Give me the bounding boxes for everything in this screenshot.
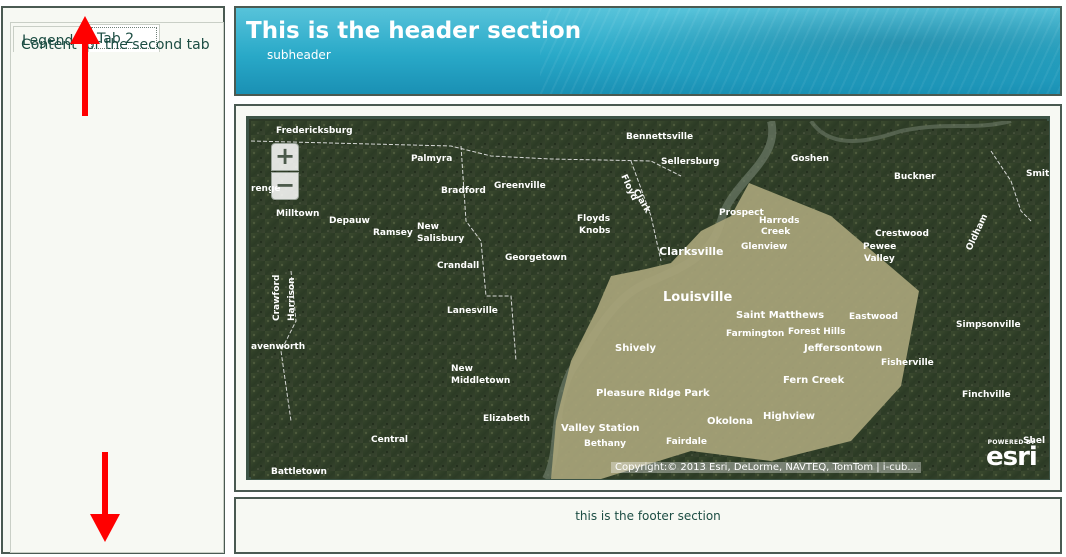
place-label: Goshen bbox=[791, 154, 829, 164]
place-label: Palmyra bbox=[411, 154, 452, 164]
place-label: Valley bbox=[864, 254, 895, 264]
place-label: Depauw bbox=[329, 216, 370, 226]
header-subtitle: subheader bbox=[267, 48, 331, 62]
place-label: Battletown bbox=[271, 467, 327, 477]
place-label: Crandall bbox=[437, 261, 479, 271]
place-label: Valley Station bbox=[561, 423, 640, 434]
place-label: Simpsonville bbox=[956, 320, 1021, 330]
place-label: Salisbury bbox=[417, 234, 464, 244]
zoom-in-button[interactable]: + bbox=[271, 143, 299, 171]
place-label: Fern Creek bbox=[783, 375, 845, 386]
place-label: Floyds bbox=[577, 214, 610, 224]
place-label: Okolona bbox=[707, 416, 753, 427]
place-label: Crestwood bbox=[875, 229, 929, 239]
place-label: Georgetown bbox=[505, 253, 567, 263]
place-label: Greenville bbox=[494, 181, 546, 191]
map-view[interactable]: Fredericksburg Palmyra Bennettsville Sel… bbox=[251, 121, 1049, 479]
tab-content-text: Content for the second tab bbox=[21, 37, 210, 53]
header-title: This is the header section bbox=[246, 18, 582, 44]
map-attribution: Copyright:© 2013 Esri, DeLorme, NAVTEQ, … bbox=[611, 462, 921, 473]
esri-logo[interactable]: POWERED BY esri bbox=[986, 439, 1038, 472]
place-label: Knobs bbox=[579, 226, 610, 236]
header-decoration bbox=[540, 8, 1060, 94]
place-label: Clarksville bbox=[659, 245, 724, 258]
place-label: Fisherville bbox=[881, 358, 934, 368]
map-imagery: Fredericksburg Palmyra Bennettsville Sel… bbox=[251, 121, 1049, 479]
place-label: Shively bbox=[615, 343, 656, 354]
place-label: Harrison bbox=[287, 277, 297, 321]
zoom-out-button[interactable]: − bbox=[271, 172, 299, 200]
place-label: Forest Hills bbox=[788, 327, 845, 337]
footer-text: this is the footer section bbox=[575, 509, 721, 523]
place-label: Bradford bbox=[441, 186, 486, 196]
place-label: Highview bbox=[763, 411, 815, 422]
arrow-down-icon bbox=[90, 452, 120, 542]
footer: this is the footer section bbox=[234, 497, 1062, 554]
esri-wordmark: esri bbox=[986, 442, 1038, 472]
place-label: Jeffersontown bbox=[803, 343, 882, 354]
header: This is the header section subheader bbox=[234, 6, 1062, 96]
place-label: Pleasure Ridge Park bbox=[596, 388, 710, 399]
place-label: Louisville bbox=[663, 290, 733, 305]
place-label: Crawford bbox=[272, 275, 282, 321]
place-label: Eastwood bbox=[849, 312, 898, 322]
place-label: Prospect bbox=[719, 208, 764, 218]
place-label: Fairdale bbox=[666, 437, 707, 447]
place-label: Milltown bbox=[276, 209, 319, 219]
place-label: Central bbox=[371, 435, 408, 445]
place-label: Pewee bbox=[863, 242, 896, 252]
map-container: Fredericksburg Palmyra Bennettsville Sel… bbox=[234, 104, 1062, 492]
place-label: Fredericksburg bbox=[276, 126, 353, 136]
place-label: New bbox=[451, 364, 473, 374]
place-label: Middletown bbox=[451, 376, 510, 386]
place-label: avenworth bbox=[251, 342, 305, 352]
place-label: Creek bbox=[761, 227, 791, 237]
map-border: Fredericksburg Palmyra Bennettsville Sel… bbox=[246, 116, 1050, 480]
place-label: Glenview bbox=[741, 242, 787, 252]
place-label: Farmington bbox=[726, 329, 784, 339]
place-label: Harrods bbox=[759, 216, 799, 226]
place-label: Bennettsville bbox=[626, 132, 693, 142]
place-label: Smith bbox=[1026, 169, 1049, 179]
place-label: Elizabeth bbox=[483, 414, 530, 424]
arrow-up-icon bbox=[70, 16, 100, 116]
place-label: Finchville bbox=[962, 390, 1011, 400]
place-label: Buckner bbox=[894, 172, 936, 182]
place-label: Sellersburg bbox=[661, 157, 719, 167]
place-label: Bethany bbox=[584, 439, 626, 449]
place-label: Ramsey bbox=[373, 228, 413, 238]
place-label: New bbox=[417, 222, 439, 232]
place-label: Lanesville bbox=[447, 306, 498, 316]
place-label: Saint Matthews bbox=[736, 310, 824, 321]
